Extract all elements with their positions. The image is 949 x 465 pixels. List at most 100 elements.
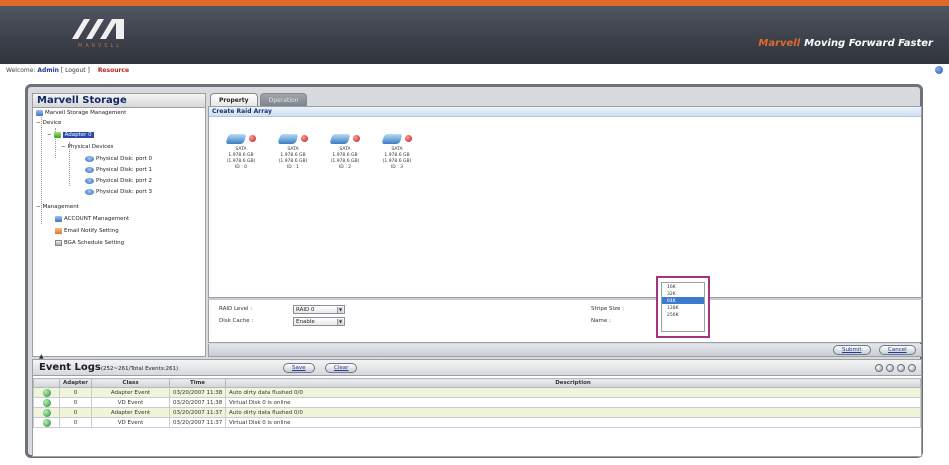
status-dot-icon: [301, 135, 308, 142]
tree-item-management[interactable]: − Management: [36, 204, 79, 210]
info-icon: [42, 398, 51, 407]
col-adapter[interactable]: Adapter: [59, 378, 92, 388]
welcome-bar: Welcome: Admin [ Logout ] Resource: [6, 67, 130, 74]
table-row[interactable]: 0 VD Event 03/20/2007 11:37 Virtual Disk…: [33, 417, 921, 428]
stripe-option-16k[interactable]: 16K: [662, 283, 704, 290]
tree-item-adapter-0[interactable]: − Adapter 0: [47, 132, 94, 138]
header-accent-line: [0, 0, 949, 6]
name-label: Name :: [591, 318, 611, 324]
create-array-area: Create Raid Array SATA 1.978.6 GB (1.978…: [208, 106, 922, 298]
next-page-icon[interactable]: [897, 364, 905, 372]
info-icon: [42, 388, 51, 397]
table-row[interactable]: 0 VD Event 03/20/2007 11:38 Virtual Disk…: [33, 397, 921, 408]
collapse-icon[interactable]: −: [47, 132, 52, 138]
tagline-brand: Marvell: [758, 38, 801, 49]
schedule-icon: [55, 240, 62, 246]
tree-item-disk-port-1[interactable]: Physical Disk: port 1: [85, 167, 152, 173]
raid-level-select[interactable]: RAID 0 ▼: [293, 305, 345, 314]
disk-cache-label: Disk Cache :: [219, 318, 254, 324]
tree-title: Marvell Storage: [33, 94, 205, 108]
collapse-icon[interactable]: −: [36, 204, 41, 210]
tree-item-device[interactable]: − Device: [36, 120, 61, 126]
tree-item-storage-management[interactable]: Marvell Storage Management: [36, 110, 126, 116]
status-dot-icon: [249, 135, 256, 142]
content-panel: Property Operation Create Raid Array SAT…: [208, 93, 922, 357]
submit-button[interactable]: Submit: [833, 345, 871, 355]
tree-item-physical-devices[interactable]: − Physical Devices: [61, 144, 113, 150]
logo-subtext: MARVELL: [78, 43, 123, 49]
tree-item-email-notify[interactable]: Email Notify Setting: [55, 228, 119, 234]
stripe-option-64k[interactable]: 64K: [662, 297, 704, 304]
disk-item-2[interactable]: SATA 1.978.6 GB (1.978.6 GB) ID : 2: [325, 131, 365, 171]
disk-item-1[interactable]: SATA 1.978.6 GB (1.978.6 GB) ID : 1: [273, 131, 313, 171]
collapse-icon[interactable]: −: [61, 144, 66, 150]
disk-icon: [85, 167, 94, 173]
stripe-size-dropdown[interactable]: 16K 32K 64K 128K 256K: [656, 276, 710, 338]
status-dot-icon: [353, 135, 360, 142]
resource-link[interactable]: Resource: [98, 67, 129, 74]
collapse-arrow-icon[interactable]: ▲: [39, 353, 44, 360]
tree-item-disk-port-3[interactable]: Physical Disk: port 3: [85, 189, 152, 195]
chevron-down-icon: ▼: [337, 319, 343, 325]
email-icon: [55, 228, 62, 234]
table-row[interactable]: 0 Adapter Event 03/20/2007 11:37 Auto di…: [33, 407, 921, 418]
adapter-icon: [53, 132, 61, 138]
tagline: Marvell Moving Forward Faster: [758, 38, 933, 49]
account-icon: [55, 216, 62, 222]
first-page-icon[interactable]: [875, 364, 883, 372]
disk-icon: [225, 134, 247, 144]
last-page-icon[interactable]: [908, 364, 916, 372]
array-options-form: RAID Level : RAID 0 ▼ Disk Cache : Enabl…: [208, 298, 922, 343]
welcome-prefix: Welcome: [6, 67, 34, 74]
save-log-button[interactable]: Save: [283, 363, 315, 373]
disk-item-0[interactable]: SATA 1.978.6 GB (1.978.6 GB) ID : 0: [221, 131, 261, 171]
logout-link[interactable]: [ Logout ]: [61, 67, 90, 74]
create-array-header: Create Raid Array: [209, 107, 921, 117]
info-icon: [42, 408, 51, 417]
marvell-logo-icon: [72, 19, 124, 39]
disk-icon: [85, 156, 94, 162]
action-bar: Submit Cancel: [208, 344, 922, 357]
col-description[interactable]: Description: [225, 378, 921, 388]
col-severity: [33, 378, 60, 388]
storage-icon: [36, 110, 43, 116]
tab-bar: Property Operation: [210, 93, 308, 106]
chevron-down-icon: ▼: [337, 307, 343, 313]
tree-item-account-management[interactable]: ACCOUNT Management: [55, 216, 129, 222]
tree-item-disk-port-0[interactable]: Physical Disk: port 0: [85, 156, 152, 162]
raid-level-label: RAID Level :: [219, 306, 253, 312]
tab-operation[interactable]: Operation: [259, 93, 308, 106]
stripe-size-label: Stripe Size :: [591, 306, 624, 312]
disk-cache-select[interactable]: Enable ▼: [293, 317, 345, 326]
tagline-text: Moving Forward Faster: [804, 38, 933, 49]
table-row[interactable]: 0 Adapter Event 03/20/2007 11:38 Auto di…: [33, 387, 921, 398]
disk-icon: [329, 134, 351, 144]
disk-icon: [277, 134, 299, 144]
disk-item-3[interactable]: SATA 1.978.6 GB (1.978.6 GB) ID : 3: [377, 131, 417, 171]
status-dot-icon: [405, 135, 412, 142]
stripe-option-256k[interactable]: 256K: [662, 311, 704, 318]
cancel-button[interactable]: Cancel: [879, 345, 916, 355]
event-log-panel: ▲ Event Logs(252~261/Total Events:261) S…: [32, 353, 922, 457]
navigation-tree: Marvell Storage Marvell Storage Manageme…: [32, 93, 206, 357]
event-log-header: Event Logs(252~261/Total Events:261) Sav…: [33, 360, 921, 376]
previous-page-icon[interactable]: [886, 364, 894, 372]
collapse-icon[interactable]: −: [36, 120, 41, 126]
tree-item-bga-schedule[interactable]: BGA Schedule Setting: [55, 240, 124, 246]
refresh-icon[interactable]: [935, 66, 943, 74]
event-log-table: Adapter Class Time Description 0 Adapter…: [33, 378, 921, 428]
disk-icon: [381, 134, 403, 144]
tab-property[interactable]: Property: [210, 93, 258, 106]
disk-icon: [85, 189, 94, 195]
table-header-row: Adapter Class Time Description: [33, 378, 921, 388]
current-user: Admin: [37, 67, 59, 74]
tree-item-disk-port-2[interactable]: Physical Disk: port 2: [85, 178, 152, 184]
stripe-option-128k[interactable]: 128K: [662, 304, 704, 311]
col-time[interactable]: Time: [169, 378, 226, 388]
clear-log-button[interactable]: Clear: [325, 363, 358, 373]
app-header: MARVELL Marvell Moving Forward Faster: [0, 0, 949, 64]
col-class[interactable]: Class: [91, 378, 170, 388]
stripe-option-32k[interactable]: 32K: [662, 290, 704, 297]
main-frame: Marvell Storage Marvell Storage Manageme…: [25, 84, 923, 458]
event-log-title: Event Logs(252~261/Total Events:261): [39, 362, 179, 373]
